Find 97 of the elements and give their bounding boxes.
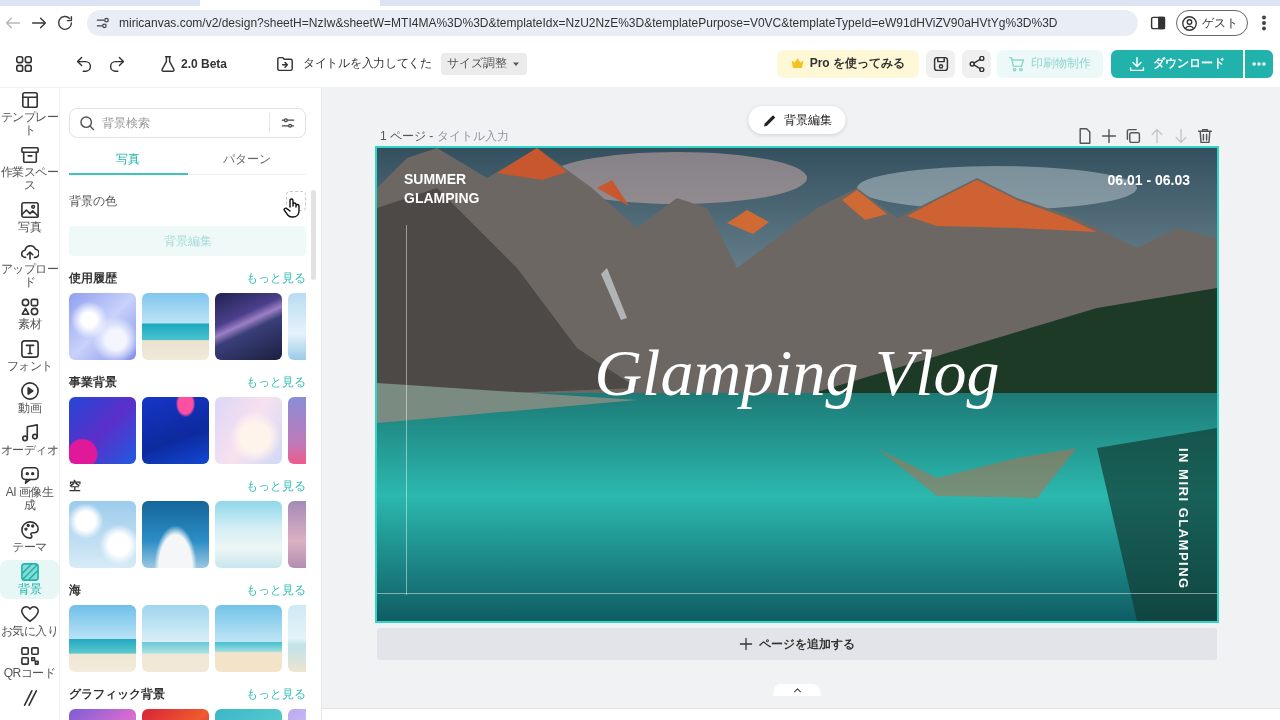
page-label: 1 ページ - xyxy=(380,127,434,145)
search-field[interactable]: 背景検索 xyxy=(69,108,306,138)
background-thumbnail[interactable] xyxy=(288,293,306,360)
sidebar-item[interactable]: 写真 xyxy=(0,198,59,237)
more-options-button[interactable] xyxy=(1245,49,1273,78)
side-panel-icon xyxy=(1150,15,1166,31)
section-title: 使用履歴 xyxy=(69,269,117,287)
section-title: 海 xyxy=(69,581,81,599)
filter-sliders-icon xyxy=(281,116,295,130)
sidebar-item[interactable]: テーマ xyxy=(0,518,59,557)
sidebar-item[interactable]: フォント xyxy=(0,337,59,376)
hand-cursor-icon xyxy=(283,198,303,218)
trash-icon xyxy=(1197,128,1213,144)
copy-icon xyxy=(1125,128,1141,144)
forward-arrow-icon xyxy=(31,15,47,31)
text-icon xyxy=(20,340,39,358)
crown-icon xyxy=(790,57,804,70)
heart-icon xyxy=(20,605,39,623)
title-field[interactable]: タイトルを入力してくた xyxy=(303,56,440,71)
layout-icon xyxy=(20,91,39,109)
share-button[interactable] xyxy=(962,49,991,78)
page-button[interactable] xyxy=(1077,128,1093,144)
background-thumbnail[interactable] xyxy=(69,397,136,464)
sidebar-item[interactable]: お気に入り xyxy=(0,602,59,641)
person-icon xyxy=(1182,15,1197,31)
background-thumbnail[interactable] xyxy=(69,501,136,568)
background-thumbnail[interactable] xyxy=(215,605,282,672)
arrow-down-icon xyxy=(1173,128,1189,144)
corner-title-text[interactable]: SUMMER GLAMPING xyxy=(404,170,480,208)
scrollbar-thumb[interactable] xyxy=(311,190,316,280)
date-text[interactable]: 06.01 - 06.03 xyxy=(1107,171,1190,190)
sidebar-item[interactable]: 素材 xyxy=(0,295,59,334)
grid-icon xyxy=(15,54,33,73)
back-arrow-icon xyxy=(5,15,21,31)
beta-button[interactable]: 2.0 Beta xyxy=(160,51,228,76)
flask-icon xyxy=(160,55,176,72)
share-icon xyxy=(968,55,985,72)
background-thumbnail[interactable] xyxy=(215,293,282,360)
shapes-icon xyxy=(20,298,39,316)
plus-icon xyxy=(1101,128,1117,144)
section-title: グラフィック背景 xyxy=(69,685,165,703)
arrow-up-icon xyxy=(1149,128,1165,144)
sidebar-item[interactable]: AI 画像生成 xyxy=(0,463,59,515)
duplicate-button[interactable] xyxy=(1125,128,1141,144)
background-thumbnail[interactable] xyxy=(142,293,209,360)
add-page-button[interactable]: ページを追加する xyxy=(377,628,1217,660)
section-title: 空 xyxy=(69,477,81,495)
background-thumbnail[interactable] xyxy=(142,605,209,672)
vertical-side-text[interactable]: IN MIRI GLAMPING xyxy=(1176,448,1191,590)
page-title-field[interactable]: タイトル入力 xyxy=(437,129,522,143)
redo-icon xyxy=(109,55,125,72)
resize-button[interactable]: サイズ調整 xyxy=(441,52,528,75)
background-thumbnail[interactable] xyxy=(142,501,209,568)
striped-square-icon xyxy=(20,563,39,581)
address-bar[interactable]: miricanvas.com/v2/design?sheetH=NzIw&sheetW=MTI4MA%3D%3D&templateIdx=NzU2NzE%3D&templatePurpose=V0VC&templateTypeId=eW91dHViZV90aHVtYg%3D%3D xyxy=(87,10,1138,36)
background-thumbnail[interactable] xyxy=(288,501,306,568)
cloud-upload-icon xyxy=(20,243,39,261)
palette-icon xyxy=(20,521,39,539)
sidebar-item[interactable]: テンプレート xyxy=(0,88,59,140)
section-title: 事業背景 xyxy=(69,373,117,391)
image-icon xyxy=(20,201,39,219)
page-icon xyxy=(1077,128,1093,144)
download-icon xyxy=(1129,55,1145,72)
expand-tab[interactable] xyxy=(773,684,821,696)
sliders-icon xyxy=(96,16,110,30)
folder-arrow-icon xyxy=(277,55,294,72)
undo-icon xyxy=(76,55,92,72)
qr-code-icon xyxy=(20,647,39,665)
edit-background-button[interactable]: 背景編集 xyxy=(748,106,846,134)
reload-icon xyxy=(57,15,73,31)
background-thumbnail[interactable] xyxy=(288,605,306,672)
cart-icon xyxy=(1009,55,1025,72)
background-thumbnail[interactable] xyxy=(215,397,282,464)
sidebar-item[interactable]: 作業スペース xyxy=(0,143,59,195)
music-note-icon xyxy=(20,424,39,442)
archive-box-icon xyxy=(20,146,39,164)
play-icon xyxy=(20,382,39,400)
tab[interactable]: パターン xyxy=(187,145,306,175)
background-thumbnail[interactable] xyxy=(69,293,136,360)
headline-text[interactable]: Glamping Vlog xyxy=(594,334,1000,412)
background-color-label: 背景の色 xyxy=(69,192,117,210)
save-button[interactable] xyxy=(926,49,955,78)
sidebar-item[interactable]: 動画 xyxy=(0,379,59,418)
sidebar-item[interactable]: QRコード xyxy=(0,644,59,683)
sidebar-item[interactable]: オーディオ xyxy=(0,421,59,460)
background-thumbnail[interactable] xyxy=(215,501,282,568)
plus-icon xyxy=(739,637,753,651)
delete-button[interactable] xyxy=(1197,128,1213,144)
design-canvas[interactable]: SUMMER GLAMPING 06.01 - 06.03 Glamping Vlog IN MIRI GLAMPING xyxy=(377,148,1217,621)
sidebar-item[interactable]: アップロード xyxy=(0,240,59,292)
background-thumbnail[interactable] xyxy=(142,397,209,464)
add-button[interactable] xyxy=(1101,128,1117,144)
pro-button[interactable]: Pro を使ってみる xyxy=(776,49,919,78)
background-thumbnail[interactable] xyxy=(69,605,136,672)
search-icon xyxy=(79,115,95,131)
chat-face-icon xyxy=(20,466,39,484)
background-thumbnail[interactable] xyxy=(288,397,306,464)
